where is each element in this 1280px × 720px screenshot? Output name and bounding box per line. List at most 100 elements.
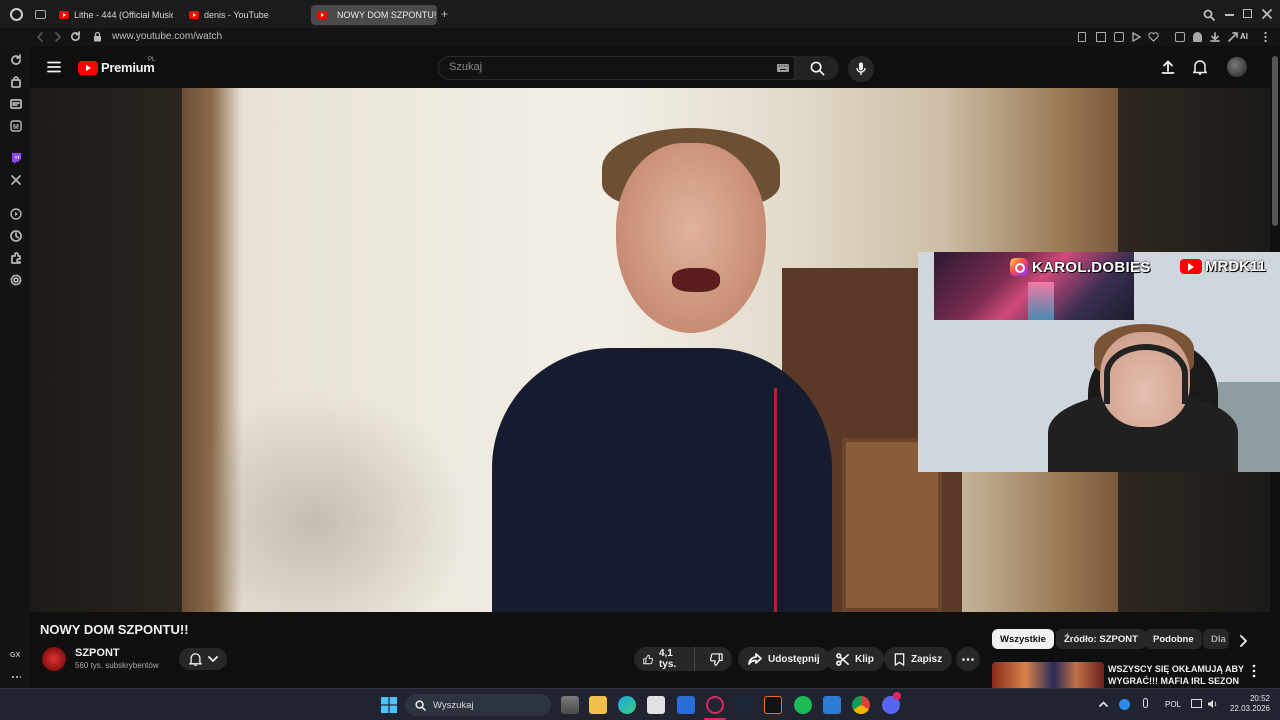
page-scrollbar[interactable] [1272, 56, 1278, 226]
taskbar-search[interactable]: Wyszukaj [405, 694, 551, 716]
clip-button[interactable]: Klip [826, 647, 884, 671]
maximize-icon[interactable] [1243, 9, 1252, 18]
adblock-icon[interactable] [1114, 32, 1124, 42]
download-icon[interactable] [1210, 32, 1220, 42]
keyboard-icon[interactable] [777, 64, 789, 72]
channel-avatar[interactable] [42, 647, 66, 671]
vscode-icon[interactable] [823, 696, 841, 714]
channel-name[interactable]: SZPONT [75, 647, 120, 659]
ai-label[interactable]: AI [1240, 32, 1248, 41]
save-button[interactable]: Zapisz [884, 647, 953, 671]
heart-icon[interactable] [1148, 32, 1159, 42]
browser-tab-2[interactable]: denis - YouTube [183, 5, 293, 25]
menu-dots-icon[interactable] [1264, 31, 1267, 43]
tray-cloud-icon[interactable] [1119, 699, 1130, 710]
share-label: Udostępnij [768, 653, 820, 665]
account-avatar[interactable] [1227, 57, 1247, 77]
svg-text:M: M [13, 124, 19, 131]
chip-similar[interactable]: Podobne [1145, 629, 1202, 649]
profile-icon[interactable] [1193, 32, 1202, 42]
youtube-logo[interactable]: Premium [78, 60, 155, 75]
region-code: PL [148, 57, 156, 63]
back-icon[interactable] [36, 32, 45, 42]
opera-gx-icon[interactable] [706, 696, 724, 714]
network-icon[interactable] [1191, 699, 1202, 708]
bag-icon[interactable] [10, 76, 22, 88]
person-mouth [672, 268, 720, 292]
voice-search-button[interactable] [848, 56, 874, 82]
clip-label: Klip [855, 653, 874, 665]
chip-for-you[interactable]: Dla [1203, 629, 1229, 649]
instagram-handle: KAROL.DOBIES [1010, 258, 1151, 276]
sidebar-more-icon[interactable] [11, 676, 21, 678]
keyboard-language[interactable]: POL [1165, 700, 1181, 709]
tray-expand-icon[interactable] [1099, 701, 1108, 707]
pin-icon[interactable] [1078, 32, 1086, 42]
youtube-logo-icon [78, 60, 98, 75]
opera-logo-icon[interactable] [10, 8, 23, 21]
refresh-icon[interactable] [10, 54, 22, 66]
browser-tab-1[interactable]: Lithe - 444 (Official Music [53, 5, 173, 25]
hamburger-menu-icon[interactable] [47, 61, 61, 73]
aria-icon[interactable] [1228, 32, 1238, 42]
lock-icon [94, 31, 101, 42]
windows-start-icon[interactable] [381, 697, 397, 713]
upload-icon[interactable] [1161, 60, 1175, 74]
recommendation-thumbnail[interactable] [992, 662, 1104, 688]
tab-manager-icon[interactable] [35, 10, 46, 19]
twitch-icon[interactable] [10, 152, 22, 164]
person-face [616, 143, 766, 333]
gx-label[interactable]: GX [10, 652, 20, 659]
volume-icon[interactable] [1207, 699, 1218, 709]
share-button[interactable]: Udostępnij [738, 647, 830, 671]
youtube-favicon-icon [317, 11, 327, 19]
messenger-icon[interactable]: M [10, 120, 22, 132]
extensions-icon[interactable] [1175, 32, 1185, 42]
notifications-bell-icon[interactable] [1193, 59, 1207, 75]
file-explorer-icon[interactable] [589, 696, 607, 714]
chip-all[interactable]: Wszystkie [992, 629, 1054, 649]
steam-icon[interactable] [735, 696, 753, 714]
system-clock[interactable]: 20:52 22.03.2026 [1222, 694, 1270, 714]
reload-icon[interactable] [70, 31, 81, 42]
player-icon[interactable] [10, 208, 22, 220]
search-tabs-icon[interactable] [1203, 9, 1215, 21]
forward-icon[interactable] [53, 32, 62, 42]
chrome-icon[interactable] [852, 696, 870, 714]
store-icon[interactable] [647, 696, 665, 714]
snapshot-icon[interactable] [1096, 32, 1106, 42]
like-count: 4,1 tys. [658, 648, 677, 670]
search-input[interactable] [449, 61, 749, 73]
dislike-button[interactable] [701, 647, 732, 671]
tray-mic-icon[interactable] [1143, 698, 1148, 708]
close-icon[interactable] [1262, 9, 1272, 19]
new-tab-icon[interactable]: + [441, 8, 448, 20]
chevron-right-icon[interactable] [1236, 634, 1250, 648]
bookmark-icon [894, 652, 905, 666]
terminal-icon[interactable] [764, 696, 782, 714]
browser-tab-3-active[interactable]: NOWY DOM SZPONTU!! [311, 5, 437, 25]
mail-icon[interactable] [677, 696, 695, 714]
edge-icon[interactable] [618, 696, 636, 714]
search-button[interactable] [795, 56, 839, 80]
like-button[interactable]: 4,1 tys. [634, 647, 695, 671]
subscriber-count: 560 tys. subskrybentów [75, 661, 159, 670]
history-icon[interactable] [10, 230, 22, 242]
chip-source[interactable]: Źródło: SZPONT [1056, 629, 1146, 649]
wall-painting-panel [1028, 282, 1054, 320]
person-robe [492, 348, 832, 612]
minimize-icon[interactable] [1225, 14, 1234, 16]
play-icon[interactable] [1131, 32, 1141, 42]
wallet-icon[interactable] [10, 98, 22, 110]
url-text[interactable]: www.youtube.com/watch [112, 31, 222, 42]
extensions-icon[interactable] [10, 252, 22, 264]
instagram-handle-text: KAROL.DOBIES [1032, 258, 1151, 276]
recommendation-more-icon[interactable] [1250, 664, 1258, 678]
more-actions-button[interactable] [956, 647, 980, 671]
windows-taskbar: Wyszukaj POL 20:52 22.03.2026 [0, 688, 1280, 720]
task-view-icon[interactable] [561, 696, 579, 714]
x-icon[interactable] [10, 174, 22, 186]
settings-icon[interactable] [10, 274, 22, 286]
spotify-icon[interactable] [794, 696, 812, 714]
subscription-bell-button[interactable] [179, 648, 227, 670]
